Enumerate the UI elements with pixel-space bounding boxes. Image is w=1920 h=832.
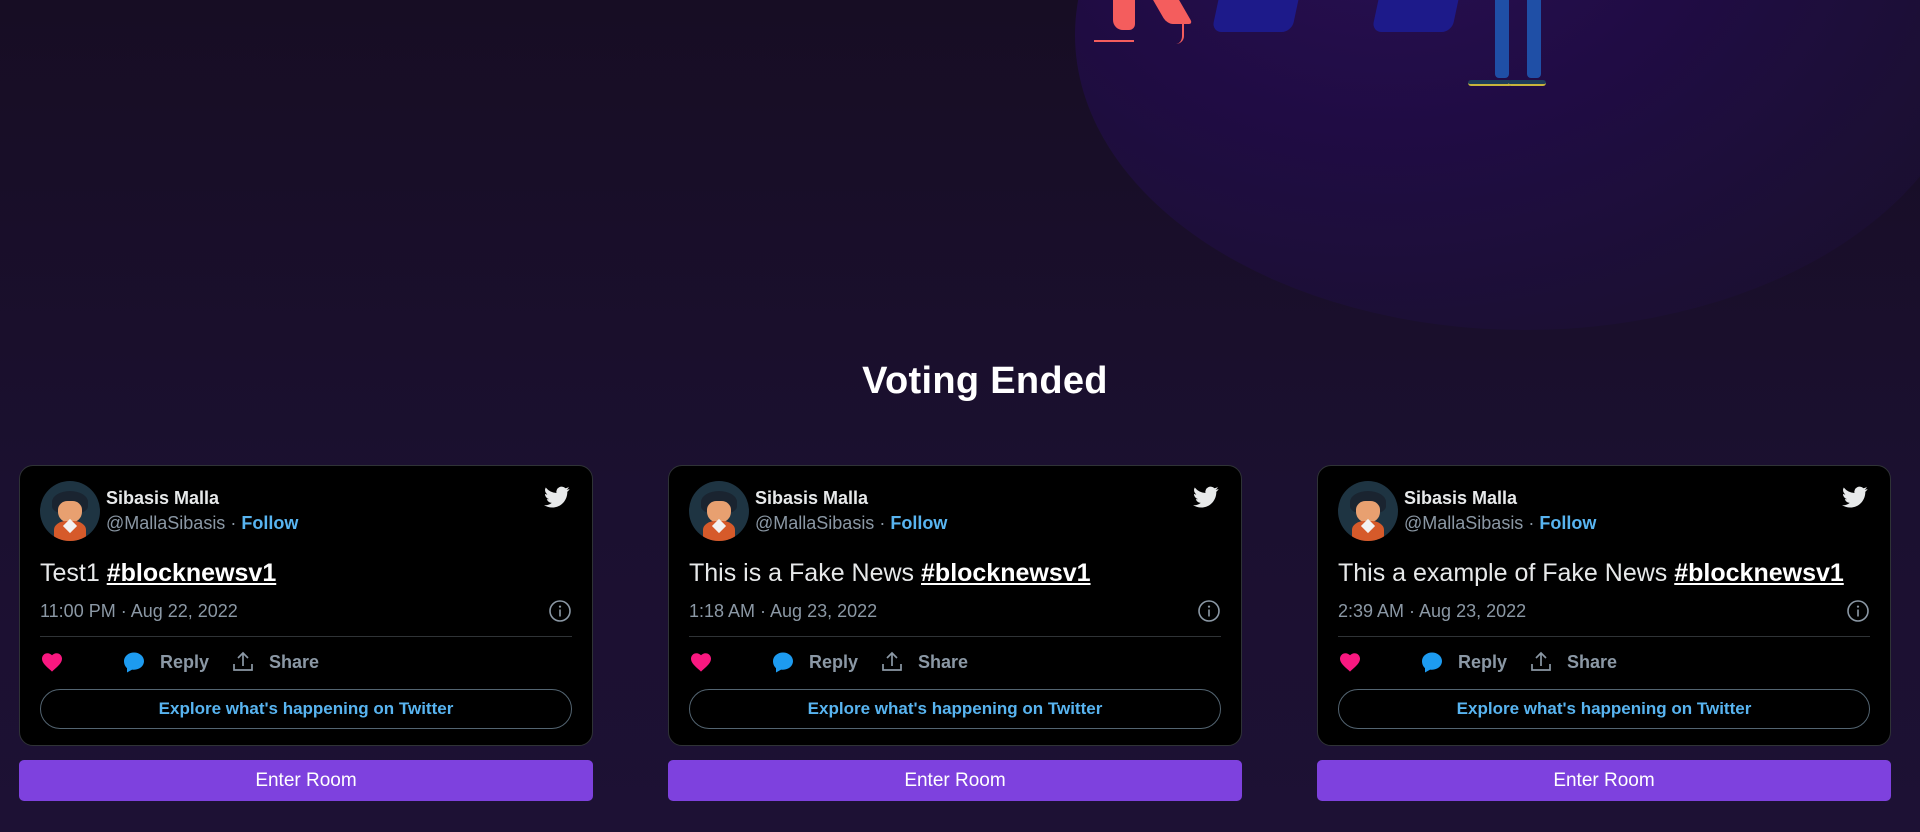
page: Voting Ended Sibasis Malla @MallaSibasis… xyxy=(0,0,1920,832)
tweet-header: Sibasis Malla @MallaSibasis · Follow xyxy=(40,480,572,542)
explore-twitter-link[interactable]: Explore what's happening on Twitter xyxy=(1338,689,1870,729)
reply-label: Reply xyxy=(809,651,859,672)
share-label: Share xyxy=(269,651,320,672)
like-button[interactable] xyxy=(1338,650,1376,674)
hashtag-link[interactable]: #blocknewsv1 xyxy=(921,559,1091,587)
tweet-text: Test1 #blocknewsv1 xyxy=(40,558,572,588)
tweet-timestamp[interactable]: 1:18 AM · Aug 23, 2022 xyxy=(689,601,877,622)
like-button[interactable] xyxy=(40,650,78,674)
tweet-meta: 1:18 AM · Aug 23, 2022 xyxy=(689,596,1221,626)
separator-dot: · xyxy=(879,513,886,533)
tweet-actions: Reply Share xyxy=(689,637,1221,687)
share-upload-icon xyxy=(1531,651,1551,671)
author-handle[interactable]: @MallaSibasis xyxy=(106,513,225,533)
news-card: Sibasis Malla @MallaSibasis · Follow Tes… xyxy=(19,465,593,801)
tweet-meta: 11:00 PM · Aug 22, 2022 xyxy=(40,596,572,626)
speech-bubble-icon xyxy=(1422,652,1442,673)
follow-link[interactable]: Follow xyxy=(241,513,298,533)
tweet-text: This a example of Fake News #blocknewsv1 xyxy=(1338,558,1870,588)
section-heading: Voting Ended xyxy=(862,360,1108,402)
explore-twitter-link[interactable]: Explore what's happening on Twitter xyxy=(689,689,1221,729)
reply-label: Reply xyxy=(1458,651,1508,672)
illustration-shoe xyxy=(1172,14,1184,44)
reply-button[interactable]: Reply xyxy=(771,650,858,674)
illustration-shoe xyxy=(1468,80,1512,86)
twitter-bird-icon[interactable] xyxy=(1191,484,1221,510)
tweet-body: Test1 xyxy=(40,559,107,587)
author-name[interactable]: Sibasis Malla xyxy=(755,486,947,511)
tweet-author: Sibasis Malla @MallaSibasis · Follow xyxy=(1404,486,1596,536)
separator-dot: · xyxy=(1528,513,1535,533)
tweet-timestamp[interactable]: 11:00 PM · Aug 22, 2022 xyxy=(40,601,238,622)
embedded-tweet[interactable]: Sibasis Malla @MallaSibasis · Follow Thi… xyxy=(668,465,1242,746)
tweet-body: This a example of Fake News xyxy=(1338,559,1675,587)
tweet-header: Sibasis Malla @MallaSibasis · Follow xyxy=(1338,480,1870,542)
reply-button[interactable]: Reply xyxy=(122,650,209,674)
news-card: Sibasis Malla @MallaSibasis · Follow Thi… xyxy=(668,465,1242,801)
twitter-bird-icon[interactable] xyxy=(1840,484,1870,510)
share-button[interactable]: Share xyxy=(880,650,968,674)
share-label: Share xyxy=(1567,651,1618,672)
share-upload-icon xyxy=(882,651,902,671)
hashtag-link[interactable]: #blocknewsv1 xyxy=(1674,559,1844,587)
enter-room-button[interactable]: Enter Room xyxy=(668,760,1242,801)
reply-button[interactable]: Reply xyxy=(1420,650,1507,674)
tweet-timestamp[interactable]: 2:39 AM · Aug 23, 2022 xyxy=(1338,601,1526,622)
enter-room-button[interactable]: Enter Room xyxy=(19,760,593,801)
illustration-shoe xyxy=(1508,80,1546,86)
avatar[interactable] xyxy=(689,481,749,541)
news-card: Sibasis Malla @MallaSibasis · Follow Thi… xyxy=(1317,465,1891,801)
illustration-figure-leg xyxy=(1113,0,1135,30)
author-name[interactable]: Sibasis Malla xyxy=(1404,486,1596,511)
share-upload-icon xyxy=(233,651,253,671)
illustration-seat xyxy=(1371,0,1459,32)
avatar[interactable] xyxy=(40,481,100,541)
embedded-tweet[interactable]: Sibasis Malla @MallaSibasis · Follow Thi… xyxy=(1317,465,1891,746)
heart-icon xyxy=(691,653,711,672)
tweet-actions: Reply Share xyxy=(1338,637,1870,687)
heart-icon xyxy=(1340,653,1360,672)
hashtag-link[interactable]: #blocknewsv1 xyxy=(107,559,277,587)
info-icon[interactable] xyxy=(548,599,572,623)
share-button[interactable]: Share xyxy=(1529,650,1617,674)
tweet-actions: Reply Share xyxy=(40,637,572,687)
author-handle[interactable]: @MallaSibasis xyxy=(1404,513,1523,533)
reply-label: Reply xyxy=(160,651,210,672)
share-label: Share xyxy=(918,651,969,672)
info-icon[interactable] xyxy=(1197,599,1221,623)
separator-dot: · xyxy=(230,513,237,533)
illustration-figure-leg xyxy=(1527,0,1541,78)
enter-room-button[interactable]: Enter Room xyxy=(1317,760,1891,801)
tweet-author: Sibasis Malla @MallaSibasis · Follow xyxy=(755,486,947,536)
illustration-shoe xyxy=(1094,40,1134,42)
avatar[interactable] xyxy=(1338,481,1398,541)
speech-bubble-icon xyxy=(773,652,793,673)
author-handle[interactable]: @MallaSibasis xyxy=(755,513,874,533)
share-button[interactable]: Share xyxy=(231,650,319,674)
tweet-header: Sibasis Malla @MallaSibasis · Follow xyxy=(689,480,1221,542)
explore-twitter-link[interactable]: Explore what's happening on Twitter xyxy=(40,689,572,729)
like-button[interactable] xyxy=(689,650,727,674)
illustration-seat xyxy=(1211,0,1299,32)
twitter-bird-icon[interactable] xyxy=(542,484,572,510)
speech-bubble-icon xyxy=(124,652,144,673)
tweet-body: This is a Fake News xyxy=(689,559,922,587)
heart-icon xyxy=(42,653,62,672)
tweet-text: This is a Fake News #blocknewsv1 xyxy=(689,558,1221,588)
tweet-meta: 2:39 AM · Aug 23, 2022 xyxy=(1338,596,1870,626)
illustration-figure-leg xyxy=(1495,0,1509,78)
follow-link[interactable]: Follow xyxy=(890,513,947,533)
embedded-tweet[interactable]: Sibasis Malla @MallaSibasis · Follow Tes… xyxy=(19,465,593,746)
info-icon[interactable] xyxy=(1846,599,1870,623)
tweet-author: Sibasis Malla @MallaSibasis · Follow xyxy=(106,486,298,536)
follow-link[interactable]: Follow xyxy=(1539,513,1596,533)
author-name[interactable]: Sibasis Malla xyxy=(106,486,298,511)
